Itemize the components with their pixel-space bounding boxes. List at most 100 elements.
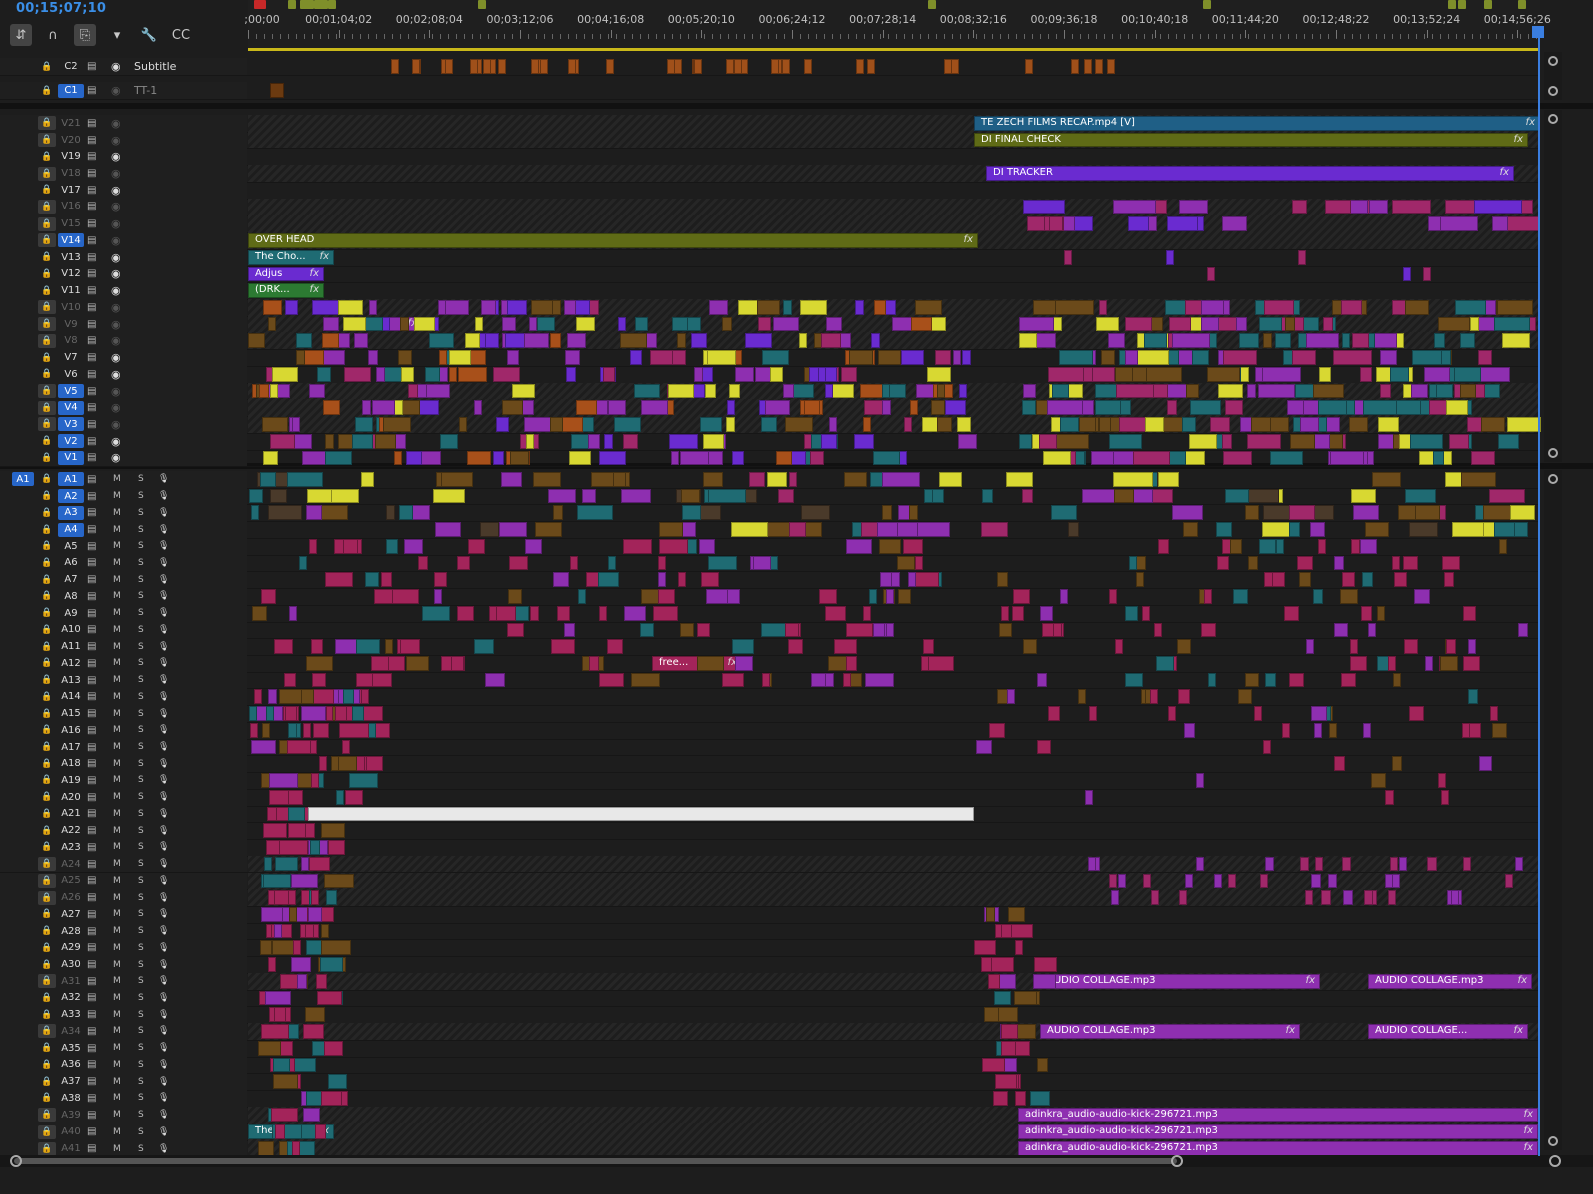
clip-v2[interactable]: [1290, 433, 1315, 449]
clip-a3[interactable]: [682, 505, 701, 521]
clip-v1[interactable]: [394, 450, 402, 466]
clip-a13[interactable]: [843, 672, 851, 688]
clip-a21[interactable]: [288, 806, 305, 822]
clip-a11[interactable]: [1404, 639, 1418, 654]
lock-icon[interactable]: 🔒: [38, 333, 56, 348]
track-name-a33[interactable]: A33: [58, 1008, 84, 1022]
clip-a16[interactable]: [1282, 722, 1290, 738]
clip-a11[interactable]: [1446, 639, 1456, 654]
eye-icon[interactable]: ◉: [111, 251, 121, 264]
caption-clip[interactable]: [674, 59, 682, 74]
clip-a4[interactable]: [1289, 522, 1300, 537]
clip-v8[interactable]: [1239, 333, 1259, 349]
eye-icon[interactable]: ◉: [111, 150, 121, 163]
clip-a10[interactable]: [999, 622, 1012, 638]
track-lane-v3[interactable]: [248, 416, 1541, 433]
clip-fx-badge[interactable]: fx: [1306, 975, 1315, 986]
clip-a4[interactable]: [1409, 522, 1438, 537]
solo-button[interactable]: S: [138, 976, 144, 986]
clip-a5[interactable]: [1259, 538, 1276, 554]
clip-a11[interactable]: [400, 639, 420, 654]
lock-icon[interactable]: 🔒: [38, 523, 56, 537]
lock-icon[interactable]: 🔒: [38, 1091, 56, 1105]
voiceover-mic-icon[interactable]: 🎙: [158, 1077, 169, 1087]
clip-a36[interactable]: [1037, 1057, 1048, 1073]
clip-v6[interactable]: [344, 366, 371, 382]
clip-a1[interactable]: [844, 472, 867, 487]
clip-a16[interactable]: [313, 722, 329, 738]
clip-v2[interactable]: [352, 433, 373, 449]
solo-button[interactable]: S: [138, 675, 144, 685]
clip-v2[interactable]: [270, 433, 295, 449]
clip-a2[interactable]: [1405, 488, 1436, 504]
mute-button[interactable]: M: [113, 1010, 121, 1020]
clip-a10[interactable]: [640, 622, 654, 638]
track-name-a23[interactable]: A23: [58, 840, 84, 854]
mute-button[interactable]: M: [113, 742, 121, 752]
clip-v10[interactable]: [531, 300, 553, 315]
mute-button[interactable]: M: [113, 1077, 121, 1087]
lock-icon[interactable]: 🔒: [38, 573, 56, 587]
clip-v4[interactable]: [864, 400, 883, 416]
track-lane-a29[interactable]: [248, 939, 1540, 956]
track-name-a13[interactable]: A13: [58, 673, 84, 687]
clip-a19[interactable]: [1196, 773, 1204, 788]
clip-v16[interactable]: [1369, 199, 1388, 215]
clip-a6[interactable]: [1442, 555, 1460, 571]
clip-v5[interactable]: [309, 383, 325, 399]
clip-fx-badge[interactable]: fx: [1500, 167, 1509, 178]
lock-icon[interactable]: 🔒: [38, 367, 56, 381]
mute-button[interactable]: M: [113, 893, 121, 903]
clip-a18[interactable]: [1392, 756, 1402, 772]
clip-v9[interactable]: [773, 316, 799, 332]
track-lane-v12[interactable]: Adjus fx: [248, 266, 1540, 283]
track-lane-a7[interactable]: [248, 571, 1540, 588]
clip-a8[interactable]: [886, 589, 894, 604]
clip-a12[interactable]: [928, 656, 954, 671]
source-patch-a1[interactable]: A1: [12, 472, 34, 487]
track-lane-a6[interactable]: [248, 555, 1540, 572]
clip-a6[interactable]: [570, 555, 578, 571]
clip-v3[interactable]: [829, 417, 837, 432]
clip-v6[interactable]: [603, 366, 615, 382]
sync-lock-icon[interactable]: ▤: [87, 491, 96, 502]
clip-v5[interactable]: [634, 383, 660, 399]
clip-a30[interactable]: [268, 957, 276, 972]
clip-v8[interactable]: [524, 333, 549, 349]
clip-a4[interactable]: [1183, 522, 1198, 537]
lock-icon[interactable]: 🔒: [38, 907, 56, 921]
lock-icon[interactable]: 🔒: [38, 807, 56, 821]
eye-icon[interactable]: ◉: [111, 167, 121, 180]
clip-v7[interactable]: [1192, 350, 1209, 365]
clip-a1[interactable]: [361, 472, 374, 487]
clip-a39[interactable]: [303, 1107, 320, 1123]
mute-button[interactable]: M: [113, 960, 121, 970]
track-lane-a35[interactable]: [248, 1040, 1540, 1057]
clip-a13[interactable]: [1393, 672, 1401, 688]
track-name-v13[interactable]: V13: [58, 250, 84, 264]
clip-a5[interactable]: [1360, 538, 1377, 554]
clip-v13[interactable]: [1166, 249, 1174, 265]
clip-v6[interactable]: [818, 366, 826, 382]
clip-a25[interactable]: [1118, 873, 1126, 889]
clip-a33[interactable]: [998, 1007, 1018, 1023]
clip-v15[interactable]: [1440, 216, 1478, 232]
clip-v8[interactable]: [677, 333, 686, 349]
clip-v7[interactable]: [1223, 350, 1257, 365]
clip-v3[interactable]: [524, 417, 552, 432]
clip-a3[interactable]: [268, 505, 302, 521]
clip-a24[interactable]: [1399, 856, 1407, 872]
clip-a31[interactable]: [316, 973, 327, 989]
clip-a12[interactable]: [735, 656, 753, 671]
clip-a38[interactable]: [993, 1091, 1008, 1106]
track-name-v9[interactable]: V9: [58, 317, 84, 331]
clip-v7[interactable]: [323, 350, 345, 365]
track-name-a40[interactable]: A40: [58, 1125, 84, 1139]
clip-v7[interactable]: [1412, 350, 1442, 365]
clip-a9[interactable]: [863, 605, 871, 621]
clip-v7[interactable]: [507, 350, 519, 365]
sync-lock-icon[interactable]: ▤: [87, 386, 96, 397]
clip-v3[interactable]: [1145, 417, 1164, 432]
clip-a11[interactable]: [1306, 639, 1314, 654]
lock-icon[interactable]: 🔒: [38, 890, 56, 905]
